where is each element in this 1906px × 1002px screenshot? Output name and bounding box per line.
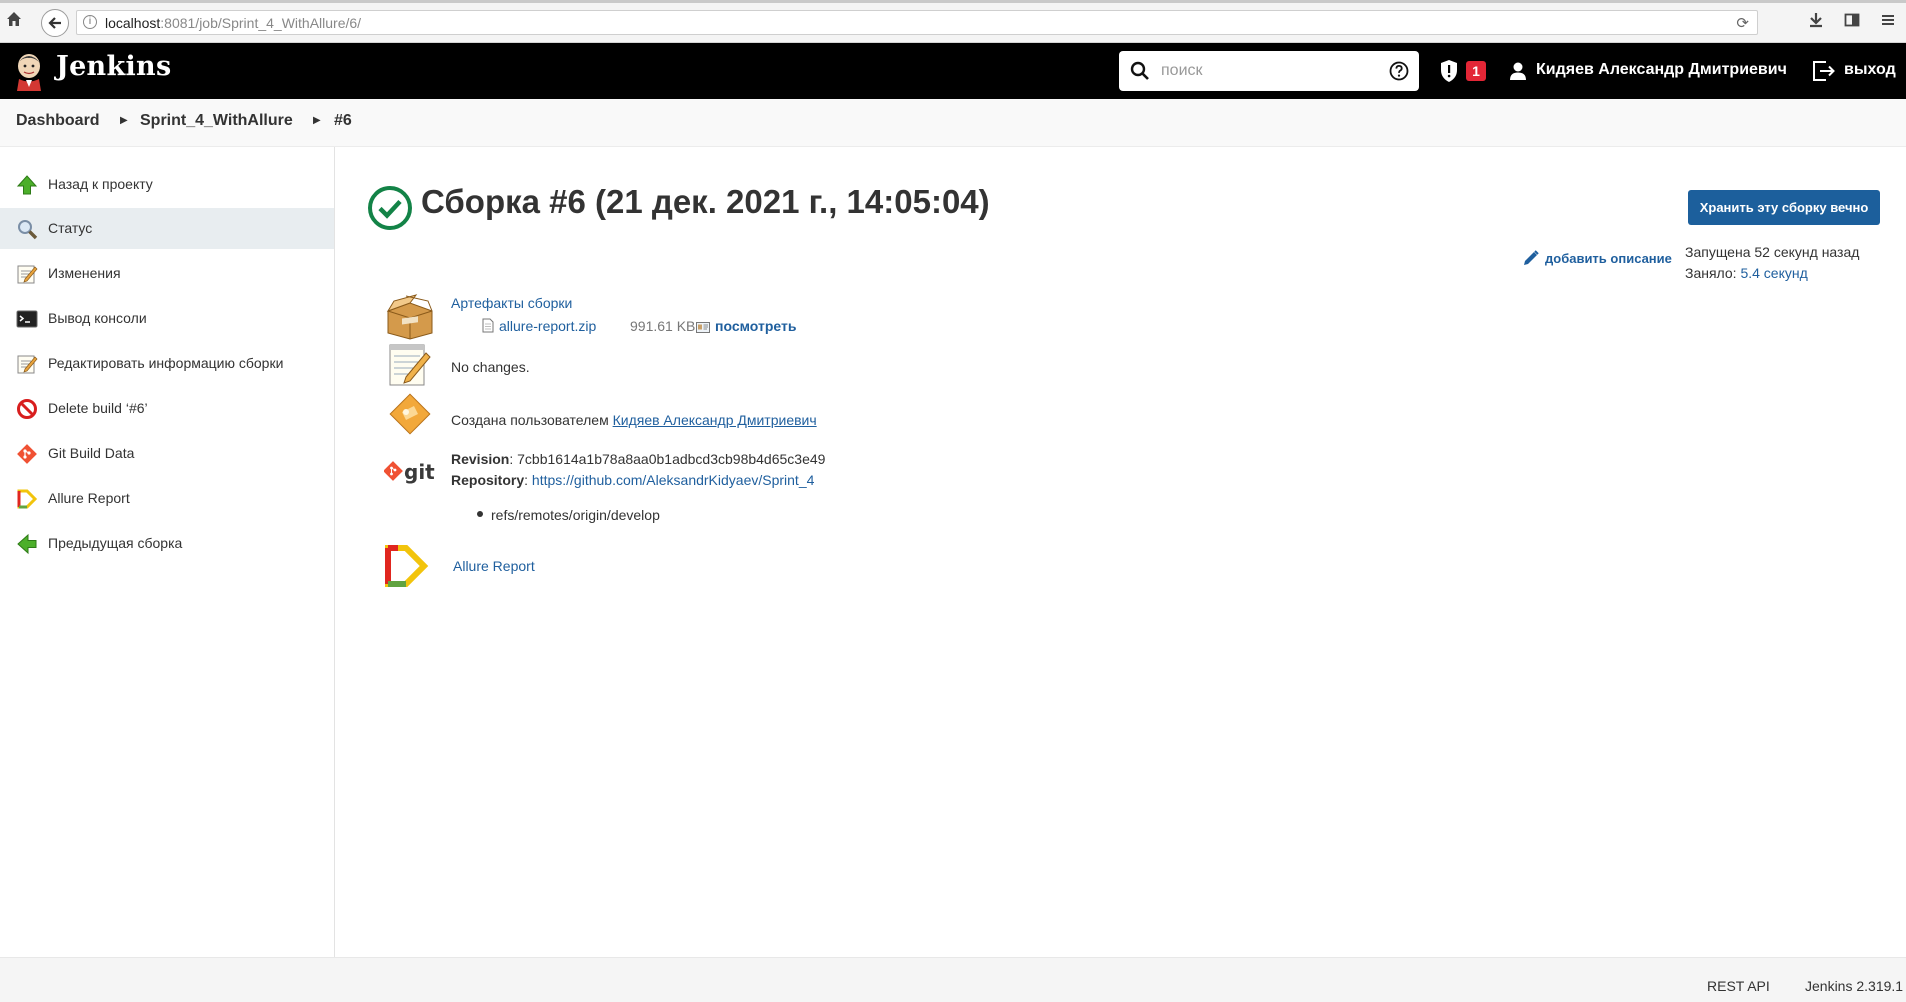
security-badge[interactable]: 1	[1466, 61, 1486, 81]
left-arrow-icon	[16, 533, 38, 555]
user-icon[interactable]	[1508, 61, 1528, 81]
user-name-link[interactable]: Кидяев Александр Дмитриевич	[1536, 61, 1787, 79]
sidebar-item-label: Статус	[48, 220, 93, 236]
duration-link[interactable]: 5.4 секунд	[1740, 265, 1807, 281]
sidebar-item-back-to-project[interactable]: Назад к проекту	[0, 164, 334, 205]
created-by-user-link[interactable]: Кидяев Александр Дмитриевич	[613, 412, 817, 428]
magnifier-icon	[16, 218, 38, 240]
repository-line: Repository: https://github.com/Aleksandr…	[451, 472, 814, 488]
sidebar-item-git-build-data[interactable]: Git Build Data	[0, 433, 334, 474]
info-icon[interactable]: i	[83, 15, 97, 29]
breadcrumb-build[interactable]: #6	[334, 112, 352, 130]
sidebar-item-allure-report[interactable]: Allure Report	[0, 478, 334, 519]
sidebar-item-label: Delete build ‘#6’	[48, 400, 148, 416]
sidebar-item-label: Вывод консоли	[48, 310, 147, 326]
jenkins-logo-icon[interactable]	[12, 51, 46, 91]
revision-label: Revision	[451, 451, 510, 467]
user-cause-icon	[384, 392, 436, 440]
sidebar-item-previous-build[interactable]: Предыдущая сборка	[0, 523, 334, 564]
duration-label: Заняло:	[1685, 265, 1741, 281]
created-by-prefix: Создана пользователем	[451, 412, 613, 428]
sidebar-item-edit-build-info[interactable]: Редактировать информацию сборки	[0, 343, 334, 384]
file-icon	[482, 318, 494, 333]
git-logo-text: git	[404, 460, 435, 484]
created-by-text: Создана пользователем Кидяев Александр Д…	[451, 412, 817, 428]
sidebar-item-status[interactable]: Статус	[0, 208, 334, 249]
duration-text: Заняло: 5.4 секунд	[1685, 265, 1808, 281]
repository-link[interactable]: https://github.com/AleksandrKidyaev/Spri…	[532, 472, 815, 488]
git-logo-icon: git	[383, 458, 436, 486]
artifact-size: 991.61 KB	[630, 318, 696, 334]
allure-logo-icon	[384, 543, 436, 591]
logout-link[interactable]: выход	[1844, 61, 1896, 79]
breadcrumb-job[interactable]: Sprint_4_WithAllure	[140, 112, 293, 130]
terminal-icon	[16, 308, 38, 330]
sidebar-item-label: Предыдущая сборка	[48, 535, 183, 551]
breadcrumb: Dashboard ▶ Sprint_4_WithAllure ▶ #6	[0, 99, 1906, 147]
revision-value: : 7cbb1614a1b78a8aa0b1adbcd3cb98b4d65c3e…	[509, 451, 826, 467]
back-arrow-icon[interactable]	[41, 9, 69, 37]
repository-separator: :	[524, 472, 532, 488]
sidebar: Назад к проекту Статус Изменения Вывод к…	[0, 147, 335, 957]
allure-icon	[16, 488, 38, 510]
brand-name[interactable]: Jenkins	[56, 51, 171, 82]
artifacts-link[interactable]: Артефакты сборки	[451, 295, 572, 311]
search-input[interactable]	[1161, 57, 1371, 85]
repository-label: Repository	[451, 472, 525, 488]
keep-forever-button[interactable]: Хранить эту сборку вечно	[1688, 190, 1880, 225]
page-title: Сборка #6 (21 дек. 2021 г., 14:05:04)	[421, 183, 990, 220]
jenkins-version-link[interactable]: Jenkins 2.319.1	[1805, 978, 1903, 994]
reload-icon[interactable]: ⟳	[1736, 14, 1749, 32]
package-icon	[384, 293, 436, 341]
address-bar[interactable]: i localhost:8081/job/Sprint_4_WithAllure…	[76, 10, 1758, 35]
artifact-file-link[interactable]: allure-report.zip	[499, 318, 596, 334]
jenkins-header: Jenkins 1 Кидяев Александр Дмитриевич вы…	[0, 43, 1906, 99]
browser-top-line	[0, 0, 1906, 3]
sidebar-item-console-output[interactable]: Вывод консоли	[0, 298, 334, 339]
sidebar-toggle-icon[interactable]	[1840, 10, 1864, 34]
search-icon	[1130, 61, 1150, 81]
rest-api-link[interactable]: REST API	[1707, 978, 1770, 994]
sidebar-item-label: Allure Report	[48, 490, 130, 506]
search-box	[1119, 51, 1419, 91]
revision-line: Revision: 7cbb1614a1b78a8aa0b1adbcd3cb98…	[451, 451, 825, 467]
logout-icon[interactable]	[1812, 60, 1836, 82]
sidebar-item-label: Git Build Data	[48, 445, 135, 461]
artifact-view-link[interactable]: посмотреть	[715, 318, 796, 334]
up-arrow-icon	[16, 174, 38, 196]
notepad-icon	[384, 341, 436, 389]
footer: REST API Jenkins 2.319.1	[0, 957, 1906, 1002]
help-icon[interactable]	[1389, 61, 1409, 81]
add-description-link[interactable]: добавить описание	[1545, 251, 1672, 266]
home-icon[interactable]	[2, 10, 26, 34]
no-entry-icon	[16, 398, 38, 420]
sidebar-item-label: Редактировать информацию сборки	[48, 355, 284, 371]
shield-icon[interactable]	[1439, 59, 1459, 83]
notepad-edit-icon	[16, 353, 38, 375]
fingerprint-icon[interactable]	[696, 320, 710, 333]
sidebar-item-delete-build[interactable]: Delete build ‘#6’	[0, 388, 334, 429]
breadcrumb-chevron-icon[interactable]: ▶	[313, 115, 321, 126]
url-text[interactable]: localhost:8081/job/Sprint_4_WithAllure/6…	[105, 15, 361, 31]
breadcrumb-dashboard[interactable]: Dashboard	[16, 112, 100, 130]
sidebar-item-label: Изменения	[48, 265, 121, 281]
notepad-icon	[16, 263, 38, 285]
ref-text: refs/remotes/origin/develop	[491, 507, 660, 523]
success-check-icon	[367, 185, 413, 231]
allure-report-link[interactable]: Allure Report	[453, 558, 535, 574]
ref-bullet	[477, 511, 483, 517]
git-icon	[16, 443, 38, 465]
no-changes-text: No changes.	[451, 359, 530, 375]
started-text: Запущена 52 секунд назад	[1685, 244, 1860, 260]
download-icon[interactable]	[1804, 10, 1828, 34]
pencil-icon[interactable]	[1522, 249, 1540, 267]
browser-toolbar: i localhost:8081/job/Sprint_4_WithAllure…	[0, 0, 1906, 43]
menu-icon[interactable]	[1876, 10, 1900, 34]
sidebar-item-label: Назад к проекту	[48, 176, 153, 192]
sidebar-item-changes[interactable]: Изменения	[0, 253, 334, 294]
breadcrumb-chevron-icon[interactable]: ▶	[120, 115, 128, 126]
